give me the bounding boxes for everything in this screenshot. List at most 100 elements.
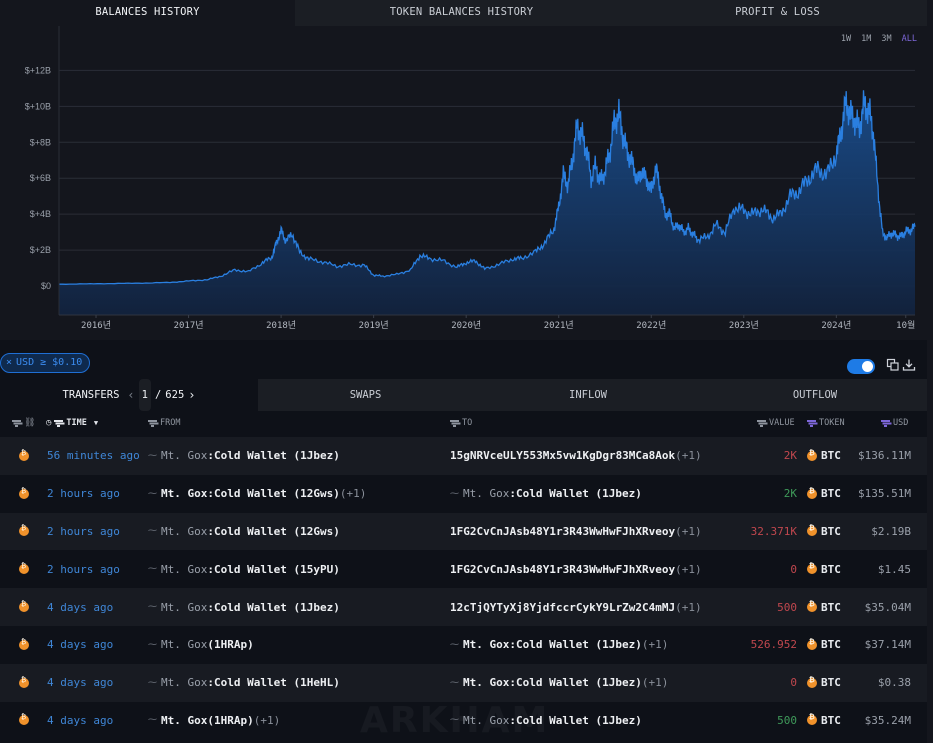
- to-more-count[interactable]: (+1): [675, 449, 702, 462]
- tab-profit-loss[interactable]: PROFIT & LOSS: [628, 0, 927, 26]
- to-address[interactable]: 1FG2CvCnJAsb48Y1r3R43WwHwFJhXRveoy (+1): [450, 550, 702, 588]
- to-entity-name[interactable]: Mt. Gox: [463, 487, 509, 500]
- to-more-count[interactable]: (+1): [675, 563, 702, 576]
- from-more-count[interactable]: (+1): [340, 487, 367, 500]
- to-more-count[interactable]: (+1): [642, 676, 669, 689]
- to-entity-name[interactable]: Mt. Gox: [463, 676, 509, 689]
- filter-icon[interactable]: [450, 419, 459, 427]
- header-usd[interactable]: USD: [881, 418, 908, 428]
- time-link[interactable]: 4 days ago: [47, 626, 113, 664]
- header-token[interactable]: TOKEN: [807, 418, 845, 428]
- filter-icon[interactable]: [148, 419, 157, 427]
- scrollbar[interactable]: [927, 0, 933, 743]
- time-link[interactable]: 2 hours ago: [47, 475, 120, 513]
- from-entity-name[interactable]: Mt. Gox: [161, 638, 207, 651]
- table-row[interactable]: 2 hours ago ⁓ Mt. Gox: Cold Wallet (12Gws)…: [0, 474, 927, 513]
- range-3m-button[interactable]: 3M: [881, 34, 891, 44]
- from-address[interactable]: ⁓ Mt. Gox: Cold Wallet (12Gws): [148, 513, 340, 551]
- page-current[interactable]: 1: [138, 379, 151, 411]
- display-toggle[interactable]: [847, 359, 875, 374]
- table-row[interactable]: 4 days ago ⁓ Mt. Gox: Cold Wallet (1Jbez) 1…: [0, 588, 927, 626]
- tab-transfers[interactable]: TRANSFERS ‹ 1 / 625 ›: [0, 379, 258, 411]
- to-label[interactable]: 15gNRVceULY553Mx5vw1KgDgr83MCa8Aok: [450, 449, 675, 462]
- range-all-button[interactable]: ALL: [902, 34, 917, 44]
- header-to[interactable]: TO: [450, 418, 472, 428]
- next-page-button[interactable]: ›: [188, 379, 195, 411]
- token-cell[interactable]: BTC: [807, 475, 841, 513]
- from-label[interactable]: Cold Wallet (1Jbez): [214, 449, 340, 462]
- from-entity-name[interactable]: Mt. Gox: [161, 525, 207, 538]
- to-label[interactable]: 1FG2CvCnJAsb48Y1r3R43WwHwFJhXRveoy: [450, 525, 675, 538]
- to-address[interactable]: ⁓ Mt. Gox: Cold Wallet (1Jbez) (+1): [450, 664, 668, 702]
- from-entity-name[interactable]: Mt. Gox: [161, 563, 207, 576]
- table-row[interactable]: 56 minutes ago ⁓ Mt. Gox: Cold Wallet (1Jb…: [0, 437, 927, 475]
- from-address[interactable]: ⁓ Mt. Gox (1HRAp): [148, 626, 254, 664]
- to-address[interactable]: 15gNRVceULY553Mx5vw1KgDgr83MCa8Aok (+1): [450, 437, 702, 475]
- table-row[interactable]: 4 days ago ⁓ Mt. Gox (1HRAp) ⁓ Mt. Gox: Cold…: [0, 625, 927, 664]
- from-entity-name[interactable]: Mt. Gox: [161, 449, 207, 462]
- tab-token-balances-history[interactable]: TOKEN BALANCES HISTORY: [295, 0, 628, 26]
- to-address[interactable]: ⁓ Mt. Gox: Cold Wallet (1Jbez) (+1): [450, 626, 668, 664]
- from-more-count[interactable]: (+1): [254, 714, 281, 727]
- token-cell[interactable]: BTC: [807, 550, 841, 588]
- from-entity-name[interactable]: Mt. Gox: [161, 601, 207, 614]
- token-cell[interactable]: BTC: [807, 437, 841, 475]
- to-entity-name[interactable]: Mt. Gox: [463, 714, 509, 727]
- from-address[interactable]: ⁓ Mt. Gox: Cold Wallet (15yPU): [148, 550, 340, 588]
- to-more-count[interactable]: (+1): [675, 601, 702, 614]
- header-value[interactable]: VALUE: [757, 418, 795, 428]
- token-cell[interactable]: BTC: [807, 513, 841, 551]
- time-link[interactable]: 4 days ago: [47, 588, 113, 626]
- token-cell[interactable]: BTC: [807, 702, 841, 740]
- from-address[interactable]: ⁓ Mt. Gox: Cold Wallet (1Jbez): [148, 437, 340, 475]
- from-label[interactable]: (1HRAp): [207, 638, 253, 651]
- to-more-count[interactable]: (+1): [642, 638, 669, 651]
- from-address[interactable]: ⁓ Mt. Gox: Cold Wallet (1Jbez): [148, 588, 340, 626]
- token-cell[interactable]: BTC: [807, 588, 841, 626]
- to-label[interactable]: 12cTjQYTyXj8YjdfccrCykY9LrZw2C4mMJ: [450, 601, 675, 614]
- filter-icon[interactable]: [881, 419, 890, 427]
- range-1m-button[interactable]: 1M: [861, 34, 871, 44]
- to-more-count[interactable]: (+1): [675, 525, 702, 538]
- token-cell[interactable]: BTC: [807, 664, 841, 702]
- sort-down-icon[interactable]: ▼: [94, 419, 98, 427]
- time-link[interactable]: 2 hours ago: [47, 513, 120, 551]
- from-label[interactable]: Cold Wallet (12Gws): [214, 487, 340, 500]
- table-row[interactable]: 4 days ago ⁓ Mt. Gox (1HRAp)(+1) ⁓ Mt. Gox: …: [0, 701, 927, 740]
- table-row[interactable]: 2 hours ago ⁓ Mt. Gox: Cold Wallet (15yPU)…: [0, 550, 927, 589]
- from-address[interactable]: ⁓ Mt. Gox (1HRAp) (+1): [148, 702, 280, 740]
- filter-icon[interactable]: [54, 419, 64, 427]
- tab-balances-history[interactable]: BALANCES HISTORY: [0, 0, 295, 26]
- to-address[interactable]: ⁓ Mt. Gox: Cold Wallet (1Jbez): [450, 702, 642, 740]
- close-icon[interactable]: ×: [6, 354, 12, 372]
- header-time[interactable]: ◷ TIME ▼: [46, 418, 98, 428]
- to-label[interactable]: 1FG2CvCnJAsb48Y1r3R43WwHwFJhXRveoy: [450, 563, 675, 576]
- range-1w-button[interactable]: 1W: [841, 34, 851, 44]
- from-label[interactable]: (1HRAp): [207, 714, 253, 727]
- header-from[interactable]: FROM: [148, 418, 180, 428]
- time-link[interactable]: 4 days ago: [47, 702, 113, 740]
- to-address[interactable]: ⁓ Mt. Gox: Cold Wallet (1Jbez): [450, 475, 642, 513]
- prev-page-button[interactable]: ‹: [127, 379, 134, 411]
- filter-icon[interactable]: [12, 419, 21, 427]
- from-entity-name[interactable]: Mt. Gox: [161, 714, 207, 727]
- from-label[interactable]: Cold Wallet (12Gws): [214, 525, 340, 538]
- time-link[interactable]: 4 days ago: [47, 664, 113, 702]
- from-entity-name[interactable]: Mt. Gox: [161, 487, 207, 500]
- filter-icon[interactable]: [757, 419, 766, 427]
- to-entity-name[interactable]: Mt. Gox: [463, 638, 509, 651]
- token-cell[interactable]: BTC: [807, 626, 841, 664]
- tab-outflow[interactable]: OUTFLOW: [703, 379, 927, 411]
- tab-inflow[interactable]: INFLOW: [473, 379, 703, 411]
- copy-icon[interactable]: [886, 358, 900, 372]
- to-address[interactable]: 1FG2CvCnJAsb48Y1r3R43WwHwFJhXRveoy (+1): [450, 513, 702, 551]
- download-icon[interactable]: [902, 358, 916, 372]
- filter-icon[interactable]: [807, 419, 816, 427]
- tab-swaps[interactable]: SWAPS: [258, 379, 473, 411]
- usd-filter-chip[interactable]: × USD ≥ $0.10: [0, 353, 91, 373]
- from-label[interactable]: Cold Wallet (1Jbez): [214, 601, 340, 614]
- from-label[interactable]: Cold Wallet (1HeHL): [214, 676, 340, 689]
- time-link[interactable]: 56 minutes ago: [47, 437, 140, 475]
- to-label[interactable]: Cold Wallet (1Jbez): [516, 487, 642, 500]
- table-row[interactable]: 4 days ago⁓Mt. Gox: Cold Wallet (1HeHL)⁓…: [0, 663, 927, 702]
